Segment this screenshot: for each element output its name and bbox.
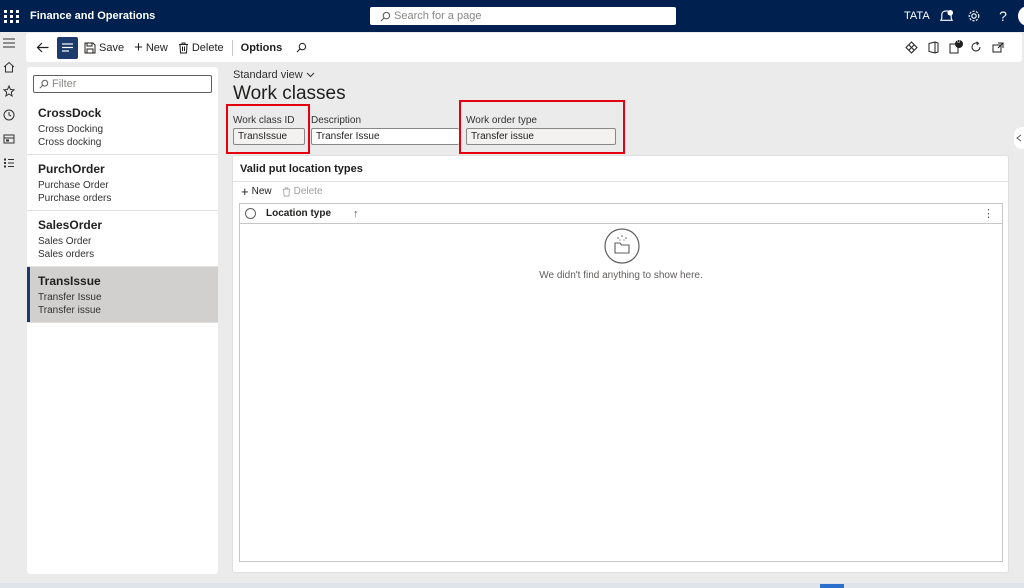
search-icon xyxy=(39,79,49,89)
plus-icon: + xyxy=(241,183,249,199)
new-button[interactable]: + New xyxy=(131,37,171,59)
more-options-icon[interactable]: ⋮ xyxy=(983,207,994,220)
avatar[interactable] xyxy=(1018,6,1024,26)
refresh-icon[interactable] xyxy=(968,39,984,55)
options-tab[interactable]: Options xyxy=(238,37,286,59)
location-types-grid: Location type ↑ ⋮ We didn't find anythin… xyxy=(239,203,1003,562)
grid-delete-button[interactable]: Delete xyxy=(282,186,323,197)
trash-icon xyxy=(178,42,188,53)
notifications-icon[interactable] xyxy=(938,8,954,24)
top-nav-bar: Finance and Operations Search for a page… xyxy=(0,0,1024,32)
grid-new-button[interactable]: + New xyxy=(241,183,272,199)
grid-delete-label: Delete xyxy=(293,186,323,197)
grid-header: Location type ↑ ⋮ xyxy=(240,204,1002,224)
filter-placeholder: Filter xyxy=(52,78,77,90)
trash-icon xyxy=(282,187,290,196)
attachments-icon[interactable]: 0 xyxy=(948,39,964,55)
search-placeholder: Search for a page xyxy=(394,10,482,22)
list-view-button[interactable] xyxy=(57,36,78,59)
list-item-work-order-type: Purchase orders xyxy=(38,193,112,204)
search-icon xyxy=(380,11,391,21)
back-arrow-icon xyxy=(36,42,49,53)
plus-icon: + xyxy=(134,39,143,56)
description-label: Description xyxy=(311,115,362,126)
help-icon[interactable]: ? xyxy=(995,8,1011,24)
save-icon xyxy=(84,42,96,53)
save-label: Save xyxy=(99,41,125,54)
list-item-work-order-type: Cross docking xyxy=(38,137,102,148)
action-pane: Save + New Delete Options 0 xyxy=(26,33,1022,62)
hamburger-menu-icon[interactable] xyxy=(2,36,16,50)
modules-list-icon[interactable] xyxy=(2,156,16,170)
new-label: New xyxy=(145,41,168,54)
home-icon[interactable] xyxy=(2,60,16,74)
company-picker[interactable]: TATA xyxy=(904,10,930,22)
delete-button[interactable]: Delete xyxy=(175,37,227,59)
recent-clock-icon[interactable] xyxy=(2,108,16,122)
work-classes-list-panel: Filter CrossDock Cross Docking Cross doc… xyxy=(27,67,218,574)
list-item-description: Sales Order xyxy=(38,236,92,247)
workspaces-icon[interactable] xyxy=(2,132,16,146)
record-list: CrossDock Cross Docking Cross docking Pu… xyxy=(27,99,218,323)
view-label: Standard view xyxy=(233,69,303,81)
search-icon xyxy=(296,42,307,53)
list-item[interactable]: CrossDock Cross Docking Cross docking xyxy=(27,99,218,155)
list-item-title: PurchOrder xyxy=(38,162,105,176)
navigation-rail xyxy=(0,32,20,588)
empty-folder-icon xyxy=(604,228,640,264)
list-item[interactable]: SalesOrder Sales Order Sales orders xyxy=(27,211,218,267)
toolbar-divider xyxy=(231,39,233,56)
waffle-icon[interactable] xyxy=(3,7,21,25)
power-apps-icon[interactable] xyxy=(903,39,919,55)
list-item-description: Purchase Order xyxy=(38,180,109,191)
list-item-title: CrossDock xyxy=(38,106,102,120)
filter-input[interactable]: Filter xyxy=(33,75,212,93)
app-title[interactable]: Finance and Operations xyxy=(30,10,155,22)
column-header-location-type[interactable]: Location type xyxy=(266,208,331,219)
description-field[interactable]: Transfer Issue xyxy=(311,128,459,145)
open-in-new-window-icon[interactable] xyxy=(990,39,1006,55)
list-item-title: TransIssue xyxy=(38,274,101,288)
list-item[interactable]: PurchOrder Purchase Order Purchase order… xyxy=(27,155,218,211)
favorites-star-icon[interactable] xyxy=(2,84,16,98)
highlight-box xyxy=(226,104,310,154)
list-item-description: Transfer Issue xyxy=(38,292,102,303)
attachments-count: 0 xyxy=(957,39,961,45)
section-title[interactable]: Valid put location types xyxy=(240,163,363,175)
chevron-down-icon xyxy=(306,72,315,78)
list-item-title: SalesOrder xyxy=(38,218,103,232)
list-item-work-order-type: Sales orders xyxy=(38,249,95,260)
grid-new-label: New xyxy=(251,186,272,197)
expand-icon xyxy=(1016,134,1022,142)
side-panel-tab[interactable] xyxy=(1014,127,1024,149)
delete-label: Delete xyxy=(191,41,224,54)
action-search-button[interactable] xyxy=(293,37,310,59)
list-item-selected[interactable]: TransIssue Transfer Issue Transfer issue xyxy=(27,267,218,323)
page-title: Work classes xyxy=(233,83,346,104)
sort-ascending-icon[interactable]: ↑ xyxy=(353,208,359,220)
list-icon xyxy=(62,43,73,52)
settings-gear-icon[interactable] xyxy=(966,8,982,24)
taskbar-strip xyxy=(0,583,1024,588)
save-button[interactable]: Save xyxy=(81,37,127,59)
search-input[interactable]: Search for a page xyxy=(370,7,676,25)
empty-state-message: We didn't find anything to show here. xyxy=(539,270,703,281)
valid-put-location-types-section: Valid put location types + New Delete Lo… xyxy=(232,155,1009,573)
divider xyxy=(233,181,1008,182)
highlight-box xyxy=(459,100,625,154)
list-item-work-order-type: Transfer issue xyxy=(38,305,101,316)
select-all-radio[interactable] xyxy=(245,208,256,219)
back-button[interactable] xyxy=(33,37,52,59)
list-item-description: Cross Docking xyxy=(38,124,104,135)
taskbar-active-item[interactable] xyxy=(820,584,844,588)
office-icon[interactable] xyxy=(925,39,941,55)
view-selector[interactable]: Standard view xyxy=(233,69,315,81)
grid-toolbar: + New Delete xyxy=(241,183,323,199)
